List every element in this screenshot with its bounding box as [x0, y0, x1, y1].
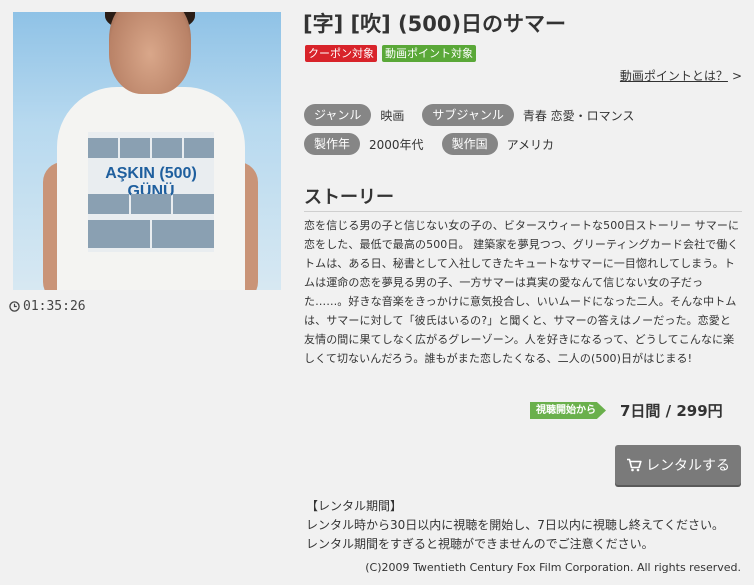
poster-head [109, 12, 191, 94]
viewing-period-tag: 視聴開始から [530, 402, 606, 419]
runtime: 01:35:26 [9, 299, 86, 314]
production-row: 製作年 2000年代 製作国 アメリカ [304, 133, 572, 155]
rent-button-label: レンタルする [646, 458, 730, 474]
rental-price: 7日間 / 299円 [620, 402, 723, 420]
cart-icon [627, 458, 642, 472]
runtime-value: 01:35:26 [23, 299, 86, 314]
points-info-link-label: 動画ポイントとは？ [619, 69, 728, 83]
genre-value: 映画 [380, 108, 405, 123]
coupon-badge: クーポン対象 [305, 45, 377, 62]
genre-row: ジャンル 映画 サブジャンル 青春 恋愛・ロマンス [304, 104, 652, 126]
poster-photo-strip [88, 220, 214, 248]
poster-tee-print: AŞKIN (500) GÜNÜ [88, 132, 215, 252]
price-row: 視聴開始から 7日間 / 299円 [530, 400, 723, 421]
divider [304, 211, 742, 212]
subgenre-value: 青春 恋愛・ロマンス [522, 108, 635, 123]
country-label: 製作国 [441, 133, 498, 155]
points-badge: 動画ポイント対象 [382, 45, 476, 62]
chevron-right-icon: > [731, 69, 742, 83]
subgenre-label: サブジャンル [422, 104, 514, 126]
movie-poster[interactable]: AŞKIN (500) GÜNÜ [13, 12, 281, 290]
country-value: アメリカ [506, 137, 554, 152]
story-heading: ストーリー [304, 187, 394, 208]
rental-period-info: 【レンタル期間】 レンタル時から30日以内に視聴を開始し、7日以内に視聴し終えて… [306, 497, 724, 554]
year-value: 2000年代 [369, 137, 424, 152]
story-text: 恋を信じる男の子と信じない女の子の、ビタースウィートな500日ストーリー サマー… [304, 219, 740, 365]
rental-period-line: レンタル時から30日以内に視聴を開始し、7日以内に視聴し終えてください。 [306, 518, 724, 532]
page-title: [字] [吹] (500)日のサマー [303, 12, 567, 36]
points-info-link[interactable]: 動画ポイントとは？ > [620, 67, 742, 84]
rent-button[interactable]: レンタルする [615, 445, 741, 485]
poster-photo-strip [88, 194, 215, 214]
copyright: (C)2009 Twentieth Century Fox Film Corpo… [365, 561, 741, 574]
poster-photo-strip [88, 138, 214, 158]
badge-group: クーポン対象 動画ポイント対象 [305, 45, 476, 62]
rental-period-line: レンタル期間をすぎると視聴ができませんのでご注意ください。 [306, 537, 654, 551]
clock-icon [9, 301, 20, 312]
rental-period-heading: 【レンタル期間】 [306, 499, 403, 513]
genre-label: ジャンル [304, 104, 372, 126]
year-label: 製作年 [304, 133, 361, 155]
